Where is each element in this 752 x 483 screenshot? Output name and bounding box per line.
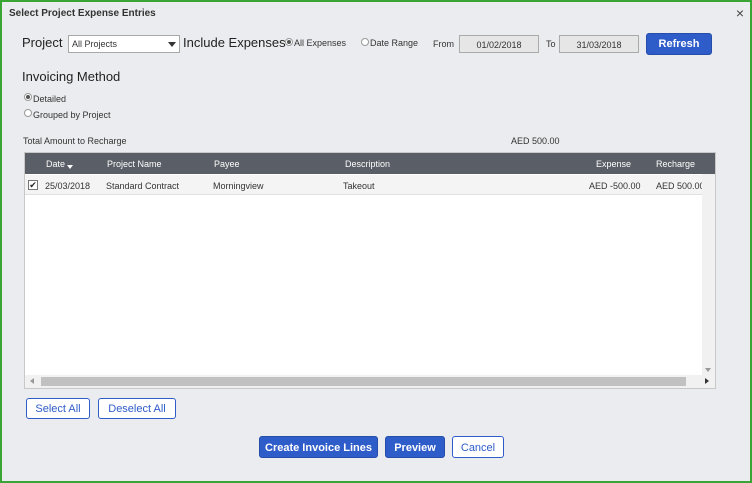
refresh-button[interactable]: Refresh — [646, 33, 712, 55]
radio-detailed-label: Detailed — [33, 94, 67, 104]
col-date-label: Date — [46, 159, 66, 169]
col-description[interactable]: Description — [345, 159, 390, 169]
dialog-title: Select Project Expense Entries — [9, 8, 156, 19]
cancel-button[interactable]: Cancel — [452, 436, 504, 458]
from-date-input[interactable]: 01/02/2018 — [459, 35, 539, 53]
radio-date-range-label: Date Range — [370, 38, 419, 48]
expense-dialog: Select Project Expense Entries × Project… — [0, 0, 752, 483]
scrollbar-thumb[interactable] — [41, 377, 686, 386]
project-select[interactable]: All Projects — [68, 35, 180, 53]
deselect-all-button[interactable]: Deselect All — [98, 398, 176, 419]
radio-all-expenses[interactable] — [285, 38, 293, 46]
to-label: To — [546, 39, 556, 49]
project-select-value: All Projects — [72, 39, 118, 49]
radio-date-range[interactable] — [361, 38, 369, 46]
invoicing-method-heading: Invoicing Method — [22, 69, 121, 84]
radio-grouped-label: Grouped by Project — [33, 110, 111, 120]
to-date-input[interactable]: 31/03/2018 — [559, 35, 639, 53]
row-checkbox[interactable]: ✔ — [28, 180, 38, 190]
cell-description: Takeout — [343, 181, 375, 191]
sort-desc-icon — [67, 165, 74, 169]
total-amount-label: Total Amount to Recharge — [23, 136, 127, 146]
col-expense[interactable]: Expense — [596, 159, 631, 169]
col-payee[interactable]: Payee — [214, 159, 240, 169]
cell-payee: Morningview — [213, 181, 264, 191]
from-label: From — [433, 39, 454, 49]
col-recharge[interactable]: Recharge — [656, 159, 695, 169]
cell-expense: AED -500.00 — [589, 181, 641, 191]
scroll-right-icon[interactable] — [705, 378, 709, 384]
radio-grouped[interactable] — [24, 109, 32, 117]
grid-header: Date Project Name Payee Description Expe… — [25, 153, 715, 174]
create-invoice-lines-button[interactable]: Create Invoice Lines — [259, 436, 378, 458]
chevron-down-icon — [168, 42, 176, 47]
cell-recharge: AED 500.00 — [656, 181, 705, 191]
scroll-down-icon[interactable] — [705, 368, 711, 372]
scroll-left-icon[interactable] — [30, 378, 34, 384]
horizontal-scrollbar[interactable] — [25, 375, 715, 388]
select-all-button[interactable]: Select All — [26, 398, 90, 419]
vertical-scrollbar[interactable] — [702, 174, 715, 376]
cell-date: 25/03/2018 — [45, 181, 91, 191]
project-label: Project — [22, 35, 63, 50]
preview-button[interactable]: Preview — [385, 436, 445, 458]
cell-project: Standard Contract — [106, 181, 180, 191]
close-icon[interactable]: × — [736, 5, 744, 21]
col-project[interactable]: Project Name — [107, 159, 162, 169]
expense-grid: Date Project Name Payee Description Expe… — [24, 152, 716, 389]
col-date[interactable]: Date — [46, 159, 74, 169]
table-row[interactable]: ✔ 25/03/2018 Standard Contract Morningvi… — [25, 175, 715, 195]
radio-detailed[interactable] — [24, 93, 32, 101]
radio-all-expenses-label: All Expenses — [294, 38, 347, 48]
total-amount-value: AED 500.00 — [511, 136, 560, 146]
include-expenses-label: Include Expenses — [183, 35, 286, 50]
